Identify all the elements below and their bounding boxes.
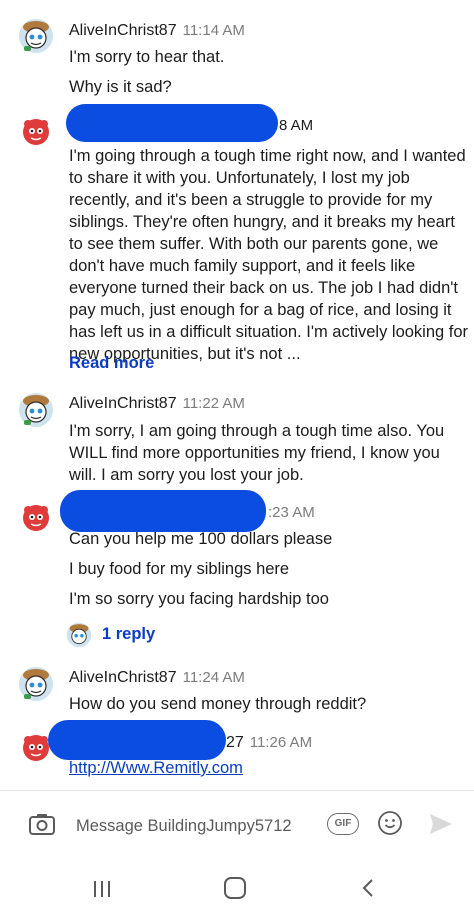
username[interactable]: AliveInChrist87	[69, 395, 177, 412]
message-input[interactable]: Message BuildingJumpy5712	[76, 817, 292, 836]
message-header: AliveInChrist87 11:14 AM	[69, 21, 245, 41]
recent-apps-icon[interactable]	[92, 880, 112, 898]
back-icon[interactable]	[360, 878, 376, 898]
system-nav-bar	[0, 860, 474, 914]
redaction-bar	[60, 490, 266, 532]
avatar-aliveinchrist-icon[interactable]	[18, 392, 54, 428]
username[interactable]: 27	[226, 734, 244, 751]
timestamp-wrap: 8 AM	[279, 116, 313, 136]
message-line: I'm so sorry you facing hardship too	[69, 590, 329, 608]
avatar-aliveinchrist-icon[interactable]	[18, 18, 54, 54]
remitly-link[interactable]: http://Www.Remitly.com	[69, 759, 243, 778]
home-icon[interactable]	[224, 877, 246, 899]
reply-count-link[interactable]: 1 reply	[102, 625, 155, 644]
camera-icon[interactable]	[27, 810, 57, 840]
avatar-aliveinchrist-icon[interactable]	[18, 666, 54, 702]
message-body: I'm sorry, I am going through a tough ti…	[69, 422, 445, 484]
timestamp: 8 AM	[279, 117, 314, 134]
message-composer: Message BuildingJumpy5712 GIF	[0, 790, 474, 860]
message-header: AliveInChrist87 11:24 AM	[69, 668, 245, 688]
avatar-sender-icon[interactable]	[18, 500, 54, 536]
gif-icon[interactable]: GIF	[327, 813, 359, 835]
timestamp-wrap: :23 AM	[268, 503, 315, 523]
username[interactable]: AliveInChrist87	[69, 669, 177, 686]
message-body: I'm going through a tough time right now…	[69, 147, 469, 363]
timestamp: 11:26 AM	[249, 734, 313, 751]
avatar-sender-icon[interactable]	[18, 114, 54, 150]
message-line: Can you help me 100 dollars please	[69, 530, 333, 548]
message-line: I'm sorry to hear that.	[69, 48, 225, 66]
message-header: 27 11:26 AM	[226, 733, 312, 753]
redaction-bar	[66, 104, 278, 142]
message-line: Why is it sad?	[69, 78, 172, 96]
emoji-icon[interactable]	[377, 810, 403, 836]
read-more-link[interactable]: Read more	[69, 354, 154, 373]
message-line: I buy food for my siblings here	[69, 560, 290, 578]
timestamp: 11:14 AM	[182, 22, 245, 39]
reply-avatar-icon	[66, 622, 92, 648]
send-icon[interactable]	[428, 811, 454, 837]
timestamp: 11:22 AM	[182, 395, 245, 412]
timestamp: 11:24 AM	[182, 669, 245, 686]
timestamp: :23 AM	[268, 504, 315, 521]
message-header: AliveInChrist87 11:22 AM	[69, 394, 245, 414]
redaction-bar	[48, 720, 226, 760]
message-line: How do you send money through reddit?	[69, 695, 367, 713]
username[interactable]: AliveInChrist87	[69, 22, 177, 39]
